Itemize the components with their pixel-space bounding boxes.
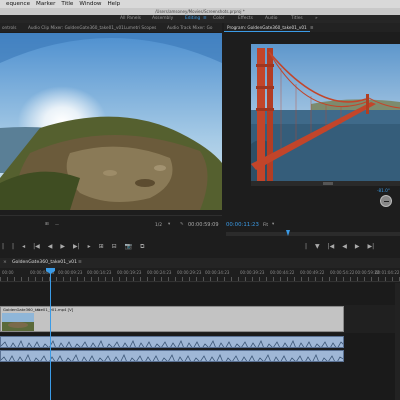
- source-divider: [0, 215, 222, 216]
- ruler-tick: 00:00:49:22: [300, 270, 325, 275]
- program-fit-select[interactable]: Fit: [263, 223, 268, 228]
- go-to-in-icon[interactable]: ◂: [22, 243, 25, 251]
- program-play-reverse-icon[interactable]: ◀: [342, 243, 347, 250]
- program-scrollbar[interactable]: [251, 181, 400, 186]
- vr-angle-readout[interactable]: -81.0°: [377, 188, 390, 193]
- workspace-bar: All Panels Assembly Editing ≡ Color Effe…: [0, 15, 400, 23]
- step-back-icon[interactable]: |◀: [33, 243, 40, 251]
- workspace-audio[interactable]: Audio: [265, 15, 277, 23]
- menu-sequence[interactable]: equence: [6, 1, 30, 7]
- source-transport: | | ◂ |◀ ◀ ▶ ▶| ▸ ⊞ ⊟ 📷 ⧉: [2, 243, 144, 251]
- ruler-tick: 00:00:54:22: [330, 270, 355, 275]
- program-timeline-scrubber[interactable]: [226, 230, 400, 236]
- program-scrollbar-thumb[interactable]: [323, 182, 333, 185]
- active-tab-underline: [224, 31, 310, 32]
- audio-waveform: [1, 340, 343, 347]
- program-step-back-icon[interactable]: |◀: [328, 243, 335, 250]
- source-dash-icon[interactable]: —: [55, 222, 59, 227]
- timeline-menu-icon[interactable]: ≡: [78, 258, 82, 268]
- tab-audio-clip-mixer[interactable]: Audio Clip Mixer: GoldenGate360_take01_v…: [28, 23, 124, 32]
- menu-window[interactable]: Window: [79, 1, 101, 7]
- insert-icon[interactable]: ⊞: [99, 243, 104, 251]
- program-step-forward-icon[interactable]: ▶|: [368, 243, 375, 250]
- source-video-image: [0, 33, 222, 210]
- panel-menu-icon[interactable]: ≡: [310, 23, 314, 32]
- vr-rotate-dial-icon[interactable]: [380, 195, 392, 207]
- play-icon[interactable]: ▶: [60, 243, 65, 251]
- workspace-editing-menu-icon[interactable]: ≡: [203, 15, 207, 23]
- program-playhead-marker[interactable]: [286, 230, 290, 236]
- ruler-tick: 00:00:29:23: [177, 270, 202, 275]
- clip-thumbnail: [2, 313, 34, 331]
- menu-help[interactable]: Help: [107, 1, 120, 7]
- menu-bar: equence Marker Title Window Help: [0, 0, 400, 8]
- play-reverse-icon[interactable]: ◀: [48, 243, 53, 251]
- video-track-upper[interactable]: [0, 283, 400, 305]
- source-zoom-arrow-icon[interactable]: ▾: [168, 222, 170, 227]
- timeline-tab[interactable]: GoldenGate360_take01_v01: [12, 258, 77, 268]
- program-panel-tab: Program: GoldenGate360_take01_v01 ≡: [224, 23, 400, 32]
- timeline-close-icon[interactable]: ×: [3, 258, 7, 268]
- audio-clip-a1[interactable]: [0, 336, 344, 348]
- timeline-ruler[interactable]: 00:00 00:00:04:23 00:00:09:23 00:00:14:2…: [0, 268, 400, 282]
- workspace-color[interactable]: Color: [213, 15, 224, 23]
- tab-effect-controls[interactable]: ontrols: [2, 23, 16, 32]
- program-monitor-frame[interactable]: [251, 44, 400, 181]
- ruler-tick: 00:01:04:22: [375, 270, 400, 275]
- workspace-editing[interactable]: Editing: [185, 15, 200, 23]
- ruler-tick: 00:00:34:23: [205, 270, 230, 275]
- timeline-header: × GoldenGate360_take01_v01 ≡: [0, 258, 400, 268]
- ruler-tick: 00:00:39:23: [240, 270, 265, 275]
- button-editor-icon[interactable]: ⧉: [140, 243, 144, 251]
- source-settings-icon[interactable]: ⊞: [45, 222, 49, 227]
- timeline-scrollbar[interactable]: [395, 283, 400, 400]
- workspace-titles[interactable]: Titles: [291, 15, 303, 23]
- timeline-playhead[interactable]: [50, 268, 51, 400]
- fx-badge: fx: [37, 308, 41, 312]
- source-zoom-select[interactable]: 1/2: [155, 223, 162, 228]
- program-transport: | ▼ |◀ ◀ ▶ ▶|: [305, 243, 374, 250]
- menu-title[interactable]: Title: [61, 1, 73, 7]
- tab-lumetri-scopes[interactable]: Lumetri Scopes: [124, 23, 156, 32]
- mark-out-icon[interactable]: |: [12, 243, 14, 251]
- workspace-more-icon[interactable]: »: [315, 15, 318, 23]
- tab-audio-track-mixer[interactable]: Audio Track Mixer: Go: [167, 23, 212, 32]
- program-mark-out-icon[interactable]: |: [305, 243, 307, 250]
- ruler-tick: 00:00:09:23: [58, 270, 83, 275]
- menu-marker[interactable]: Marker: [36, 1, 55, 7]
- ruler-tick: 00:00:24:23: [147, 270, 172, 275]
- step-forward-icon[interactable]: ▶|: [73, 243, 80, 251]
- ruler-ticks-marks: [0, 277, 400, 281]
- source-monitor-frame[interactable]: [0, 33, 222, 210]
- audio-clip-a2[interactable]: [0, 350, 344, 362]
- program-timecode[interactable]: 00:00:11:23: [226, 222, 259, 228]
- wrench-icon[interactable]: ✎: [180, 222, 184, 227]
- workspace-assembly[interactable]: Assembly: [152, 15, 173, 23]
- overwrite-icon[interactable]: ⊟: [112, 243, 117, 251]
- program-fit-arrow-icon[interactable]: ▾: [272, 222, 274, 227]
- program-video-image: [251, 44, 400, 181]
- ruler-tick: 00:00: [2, 270, 14, 275]
- workspace-effects[interactable]: Effects: [238, 15, 253, 23]
- mark-in-icon[interactable]: |: [2, 243, 4, 251]
- ruler-tick: 00:00:14:23: [87, 270, 112, 275]
- program-marker-icon[interactable]: ▼: [315, 243, 320, 250]
- workspace-all-panels[interactable]: All Panels: [120, 15, 141, 23]
- ruler-tick: 00:00:19:23: [117, 270, 142, 275]
- audio-waveform: [1, 354, 343, 361]
- ruler-tick: 00:00:44:22: [270, 270, 295, 275]
- project-path: /Users/amsoney/Movies/Screenshots.prproj…: [0, 8, 400, 15]
- go-to-out-icon[interactable]: ▸: [88, 243, 91, 251]
- source-timecode[interactable]: 00:00:59:09: [188, 222, 219, 228]
- source-panel-tabs: ontrols Audio Clip Mixer: GoldenGate360_…: [0, 23, 222, 32]
- program-play-icon[interactable]: ▶: [355, 243, 360, 250]
- video-clip[interactable]: GoldenGate360_take01_v01.mp4 [V] fx: [0, 306, 344, 332]
- export-frame-icon[interactable]: 📷: [125, 243, 132, 251]
